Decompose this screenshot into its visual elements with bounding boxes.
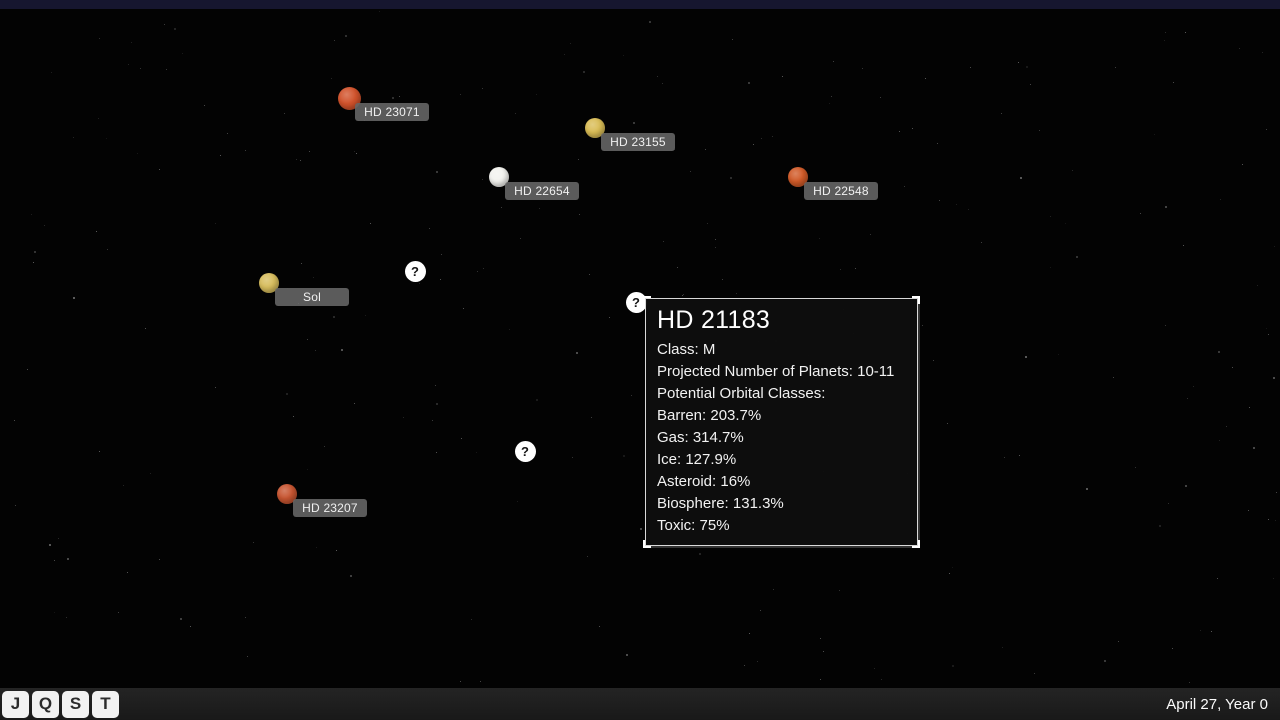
bottom-bar: JQST April 27, Year 0 [0,688,1280,720]
tooltip-line: Gas: 314.7% [657,427,917,449]
tooltip-corner [912,540,920,548]
tooltip-line: Class: M [657,339,917,361]
tooltip-line: Barren: 203.7% [657,405,917,427]
tooltip-title: HD 21183 [657,306,917,334]
hotkey-j[interactable]: J [2,691,29,718]
tooltip-line: Asteroid: 16% [657,471,917,493]
tooltip-line: Toxic: 75% [657,515,917,537]
star-label: HD 23071 [355,103,429,121]
tooltip-corner [643,296,651,304]
unknown-star-marker[interactable]: ? [515,441,536,462]
star-label: HD 23155 [601,133,675,151]
tooltip-line: Potential Orbital Classes: [657,383,917,405]
hotkey-t[interactable]: T [92,691,119,718]
tooltip-lines: Class: MProjected Number of Planets: 10-… [646,339,917,537]
star-label: HD 23207 [293,499,367,517]
tooltip-line: Biosphere: 131.3% [657,493,917,515]
tooltip-line: Projected Number of Planets: 10-11 [657,361,917,383]
star-info-tooltip: HD 21183 Class: MProjected Number of Pla… [645,298,918,546]
star-map: HD 23071 HD 23155 HD 22654 HD 22548 Sol HD 23… [0,0,1280,720]
unknown-star-marker[interactable]: ? [405,261,426,282]
tooltip-line: Ice: 127.9% [657,449,917,471]
star-label: HD 22654 [505,182,579,200]
hotkey-q[interactable]: Q [32,691,59,718]
hotkey-bar: JQST [2,691,122,718]
date-display: April 27, Year 0 [1166,688,1268,720]
hotkey-s[interactable]: S [62,691,89,718]
tooltip-corner [912,296,920,304]
tooltip-corner [643,540,651,548]
star-label: HD 22548 [804,182,878,200]
star-label: Sol [275,288,349,306]
